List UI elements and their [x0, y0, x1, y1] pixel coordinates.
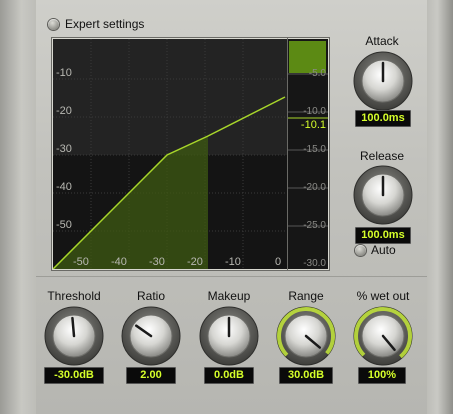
x-tick: -50 [73, 256, 89, 268]
y-tick: -30 [56, 143, 72, 155]
threshold-knob[interactable] [44, 306, 104, 366]
gain-reduction-meter: -5.0 -10.0 -15.0 -20.0 -25.0 -30.0 -10.1 [288, 38, 329, 270]
meter-tick: -20.0 [303, 182, 326, 193]
y-tick: -50 [56, 219, 72, 231]
meter-current-value: -10.1 [301, 119, 326, 131]
release-knob[interactable] [353, 165, 413, 225]
release-readout[interactable]: 100.0ms [355, 227, 411, 244]
meter-tick: -15.0 [303, 144, 326, 155]
makeup-readout[interactable]: 0.0dB [204, 367, 254, 384]
y-tick: -20 [56, 105, 72, 117]
x-tick: -30 [149, 256, 165, 268]
left-rail [0, 0, 36, 414]
x-tick: -40 [111, 256, 127, 268]
meter-tick: -10.0 [303, 106, 326, 117]
wet-out-readout[interactable]: 100% [358, 367, 406, 384]
y-tick: -40 [56, 181, 72, 193]
expert-led-icon [48, 18, 59, 30]
section-divider [36, 276, 427, 277]
x-tick: 0 [275, 256, 281, 268]
ratio-readout[interactable]: 2.00 [126, 367, 176, 384]
range-readout[interactable]: 30.0dB [279, 367, 333, 384]
wet-out-label: % wet out [356, 289, 410, 303]
ratio-knob[interactable] [121, 306, 181, 366]
wet-out-knob[interactable] [353, 306, 413, 366]
meter-tick: -5.0 [309, 68, 327, 79]
attack-knob[interactable] [353, 51, 413, 111]
makeup-knob[interactable] [199, 306, 259, 366]
x-tick: -10 [225, 256, 241, 268]
compressor-panel: Expert settings -10 -20 -30 -40 -50 -50 … [0, 0, 453, 414]
auto-label: Auto [371, 243, 396, 257]
ratio-label: Ratio [136, 289, 165, 303]
release-label: Release [359, 149, 405, 163]
x-tick: -20 [187, 256, 203, 268]
meter-tick: -30.0 [303, 258, 326, 269]
range-knob[interactable] [276, 306, 336, 366]
auto-led-icon [355, 244, 366, 256]
auto-release-toggle[interactable]: Auto [355, 243, 396, 257]
attack-readout[interactable]: 100.0ms [355, 110, 411, 127]
expert-settings-toggle[interactable]: Expert settings [48, 15, 144, 33]
attack-label: Attack [365, 34, 399, 48]
meter-tick: -25.0 [303, 220, 326, 231]
threshold-readout[interactable]: -30.0dB [44, 367, 104, 384]
expert-settings-label: Expert settings [65, 17, 145, 31]
right-rail [427, 0, 453, 414]
transfer-graph: -10 -20 -30 -40 -50 -50 -40 -30 -20 -10 … [52, 38, 290, 270]
y-tick: -10 [56, 67, 72, 79]
